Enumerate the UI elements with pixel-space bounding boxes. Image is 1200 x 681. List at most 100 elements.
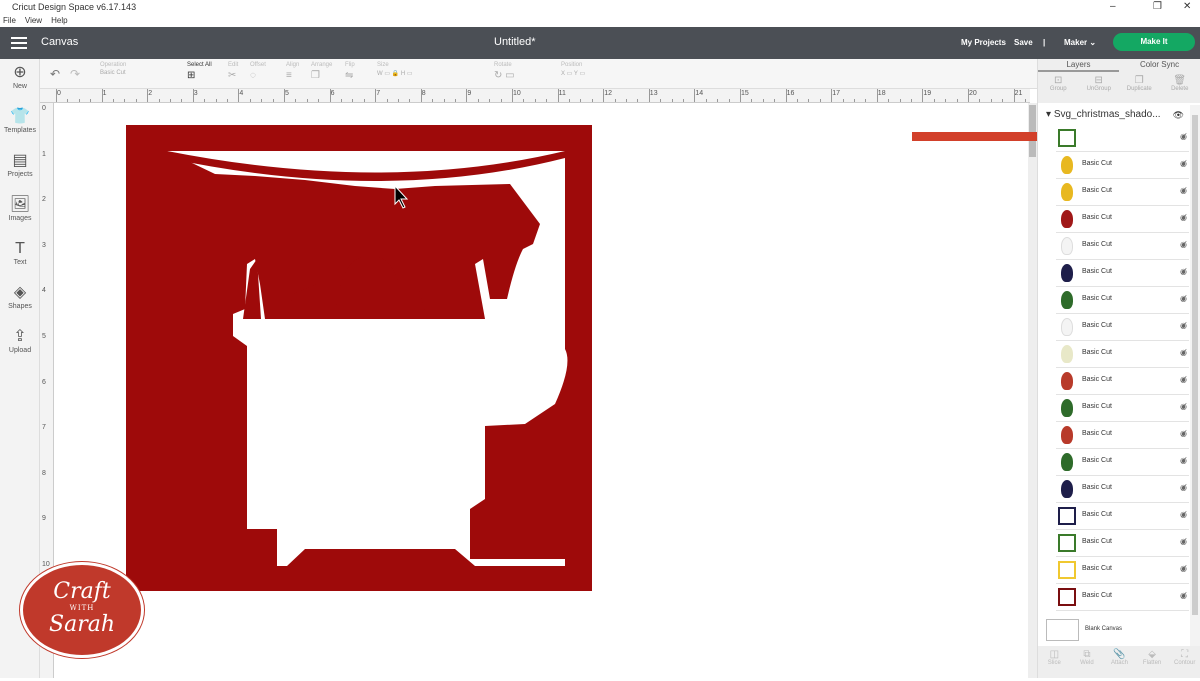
eye-hidden-icon[interactable]: ◉̸ <box>1180 375 1187 384</box>
close-button[interactable]: ✕ <box>1183 0 1191 14</box>
layers-scrollbar[interactable] <box>1190 105 1200 665</box>
layer-row[interactable]: Basic Cut◉̸ <box>1056 557 1189 584</box>
eye-hidden-icon[interactable]: ◉̸ <box>1180 321 1187 330</box>
layer-row[interactable]: ◉̸ <box>1056 125 1189 152</box>
edit-button[interactable]: Edit✂ <box>228 62 238 81</box>
layer-row[interactable]: Basic Cut◉̸ <box>1056 233 1189 260</box>
rotate-input[interactable]: ↻ ▭ <box>494 70 515 81</box>
eye-hidden-icon[interactable]: ◉̸ <box>1180 132 1187 141</box>
eye-hidden-icon[interactable]: ◉̸ <box>1180 537 1187 546</box>
tab-color-sync[interactable]: Color Sync <box>1119 59 1200 72</box>
contour-button[interactable]: ⛶Contour <box>1168 646 1200 678</box>
layer-row[interactable]: Basic Cut◉̸ <box>1056 368 1189 395</box>
eye-hidden-icon[interactable]: ◉̸ <box>1180 186 1187 195</box>
sidebar-projects[interactable]: ▤Projects <box>0 151 40 178</box>
eye-hidden-icon[interactable]: ◉̸ <box>1180 456 1187 465</box>
save-link[interactable]: Save <box>1014 38 1033 47</box>
layer-label: Basic Cut <box>1082 349 1112 356</box>
sidebar-templates[interactable]: 👕Templates <box>0 107 40 134</box>
arrange-button[interactable]: Arrange❐ <box>311 62 332 81</box>
tab-layers[interactable]: Layers <box>1038 59 1119 72</box>
layer-row[interactable]: Basic Cut◉̸ <box>1056 179 1189 206</box>
app-header: Canvas Untitled* My Projects Save | Make… <box>0 27 1200 59</box>
offset-button[interactable]: Offset◌ <box>250 62 266 81</box>
layer-row[interactable]: Basic Cut◉̸ <box>1056 152 1189 179</box>
sidebar-upload[interactable]: ⇪Upload <box>0 327 40 354</box>
layer-row[interactable]: Basic Cut◉̸ <box>1056 260 1189 287</box>
slice-button[interactable]: ◫Slice <box>1038 646 1071 678</box>
delete-label: Delete <box>1171 86 1188 92</box>
layer-thumbnail <box>1061 183 1073 201</box>
delete-button[interactable]: 🗑Delete <box>1160 72 1200 103</box>
sidebar-new[interactable]: ⊕New <box>0 63 40 90</box>
layer-row[interactable]: Basic Cut ◉̸ <box>1056 341 1189 368</box>
eye-hidden-icon[interactable]: ◉̸ <box>1180 564 1187 573</box>
eye-hidden-icon[interactable]: ◉̸ <box>1180 294 1187 303</box>
layer-row[interactable]: Basic Cut◉̸ <box>1056 449 1189 476</box>
ungroup-button[interactable]: ⊟UnGroup <box>1079 72 1120 103</box>
flatten-button[interactable]: ⬙Flatten <box>1136 646 1169 678</box>
layer-row[interactable]: Basic Cut◉̸ <box>1056 584 1189 611</box>
eye-hidden-icon[interactable]: ◉̸ <box>1180 591 1187 600</box>
blank-canvas-thumbnail[interactable] <box>1046 619 1079 641</box>
minimize-button[interactable]: – <box>1110 0 1116 14</box>
layer-row[interactable]: Basic Cut◉̸ <box>1056 395 1189 422</box>
my-projects-link[interactable]: My Projects <box>961 38 1006 47</box>
eye-hidden-icon[interactable]: ◉̸ <box>1180 429 1187 438</box>
height-input[interactable]: H <box>401 71 405 77</box>
layer-row[interactable]: Basic Cut◉̸ <box>1056 206 1189 233</box>
eye-hidden-icon[interactable]: ◉̸ <box>1180 510 1187 519</box>
eye-hidden-icon[interactable]: ◉̸ <box>1180 402 1187 411</box>
attach-button[interactable]: 📎Attach <box>1103 646 1136 678</box>
eye-hidden-icon[interactable]: ◉̸ <box>1180 348 1187 357</box>
flatten-icon: ⬙ <box>1136 649 1169 660</box>
machine-select[interactable]: Maker ⌄ <box>1064 38 1096 47</box>
make-it-button[interactable]: Make It <box>1113 33 1195 51</box>
caret-down-icon[interactable]: ▾ <box>1046 109 1054 120</box>
weld-button[interactable]: ⧉Weld <box>1071 646 1104 678</box>
undo-icon[interactable]: ↶ <box>50 67 60 81</box>
menu-view[interactable]: View <box>25 16 42 25</box>
eye-hidden-icon[interactable]: ◉̸ <box>1180 213 1187 222</box>
sidebar-text[interactable]: TText <box>0 239 40 266</box>
layer-row[interactable]: Basic Cut◉̸ <box>1056 314 1189 341</box>
align-button[interactable]: Align≡ <box>286 62 299 81</box>
rotate-group: Rotate↻ ▭ <box>494 62 515 81</box>
ruler-tick-label: 6 <box>42 379 46 386</box>
menu-file[interactable]: File <box>3 16 16 25</box>
y-input[interactable]: Y <box>574 71 578 77</box>
sidebar-label: Shapes <box>8 303 32 310</box>
eye-hidden-icon[interactable]: ◉̸ <box>1180 483 1187 492</box>
hamburger-menu-icon[interactable] <box>11 37 27 49</box>
canvas-area[interactable] <box>55 104 1030 678</box>
canvas-scrollbar[interactable] <box>1028 103 1037 678</box>
operation-select[interactable]: OperationBasic Cut <box>100 62 126 76</box>
logo-sarah: Sarah <box>23 612 141 637</box>
group-button[interactable]: ⊡Group <box>1038 72 1079 103</box>
eye-hidden-icon[interactable]: ◉̸ <box>1180 267 1187 276</box>
layer-row[interactable]: Basic Cut◉̸ <box>1056 503 1189 530</box>
width-input[interactable]: W <box>377 71 383 77</box>
design-artwork[interactable] <box>55 104 1030 678</box>
sidebar-shapes[interactable]: ◈Shapes <box>0 283 40 310</box>
layer-row[interactable]: Basic Cut◉̸ <box>1056 287 1189 314</box>
ruler-tick-label: 2 <box>148 90 152 97</box>
eye-icon[interactable]: 👁 <box>1173 105 1184 125</box>
sidebar-label: Templates <box>4 127 36 134</box>
layer-group[interactable]: ▾ Svg_christmas_shado...👁 <box>1038 105 1190 125</box>
sidebar-images[interactable]: 🖼Images <box>0 195 40 222</box>
contour-label: Contour <box>1174 660 1195 666</box>
menu-help[interactable]: Help <box>51 16 67 25</box>
layer-row[interactable]: Basic Cut◉̸ <box>1056 476 1189 503</box>
maximize-button[interactable]: ❐ <box>1153 0 1162 14</box>
eye-hidden-icon[interactable]: ◉̸ <box>1180 159 1187 168</box>
duplicate-button[interactable]: ❐Duplicate <box>1119 72 1160 103</box>
select-all-button[interactable]: Select All⊞ <box>187 62 212 81</box>
flip-button[interactable]: Flip⇋ <box>345 62 355 81</box>
x-input[interactable]: X <box>561 71 565 77</box>
eye-hidden-icon[interactable]: ◉̸ <box>1180 240 1187 249</box>
scrollbar-thumb[interactable] <box>1192 115 1198 615</box>
layer-row[interactable]: Basic Cut◉̸ <box>1056 422 1189 449</box>
redo-icon[interactable]: ↷ <box>70 67 80 81</box>
layer-row[interactable]: Basic Cut◉̸ <box>1056 530 1189 557</box>
